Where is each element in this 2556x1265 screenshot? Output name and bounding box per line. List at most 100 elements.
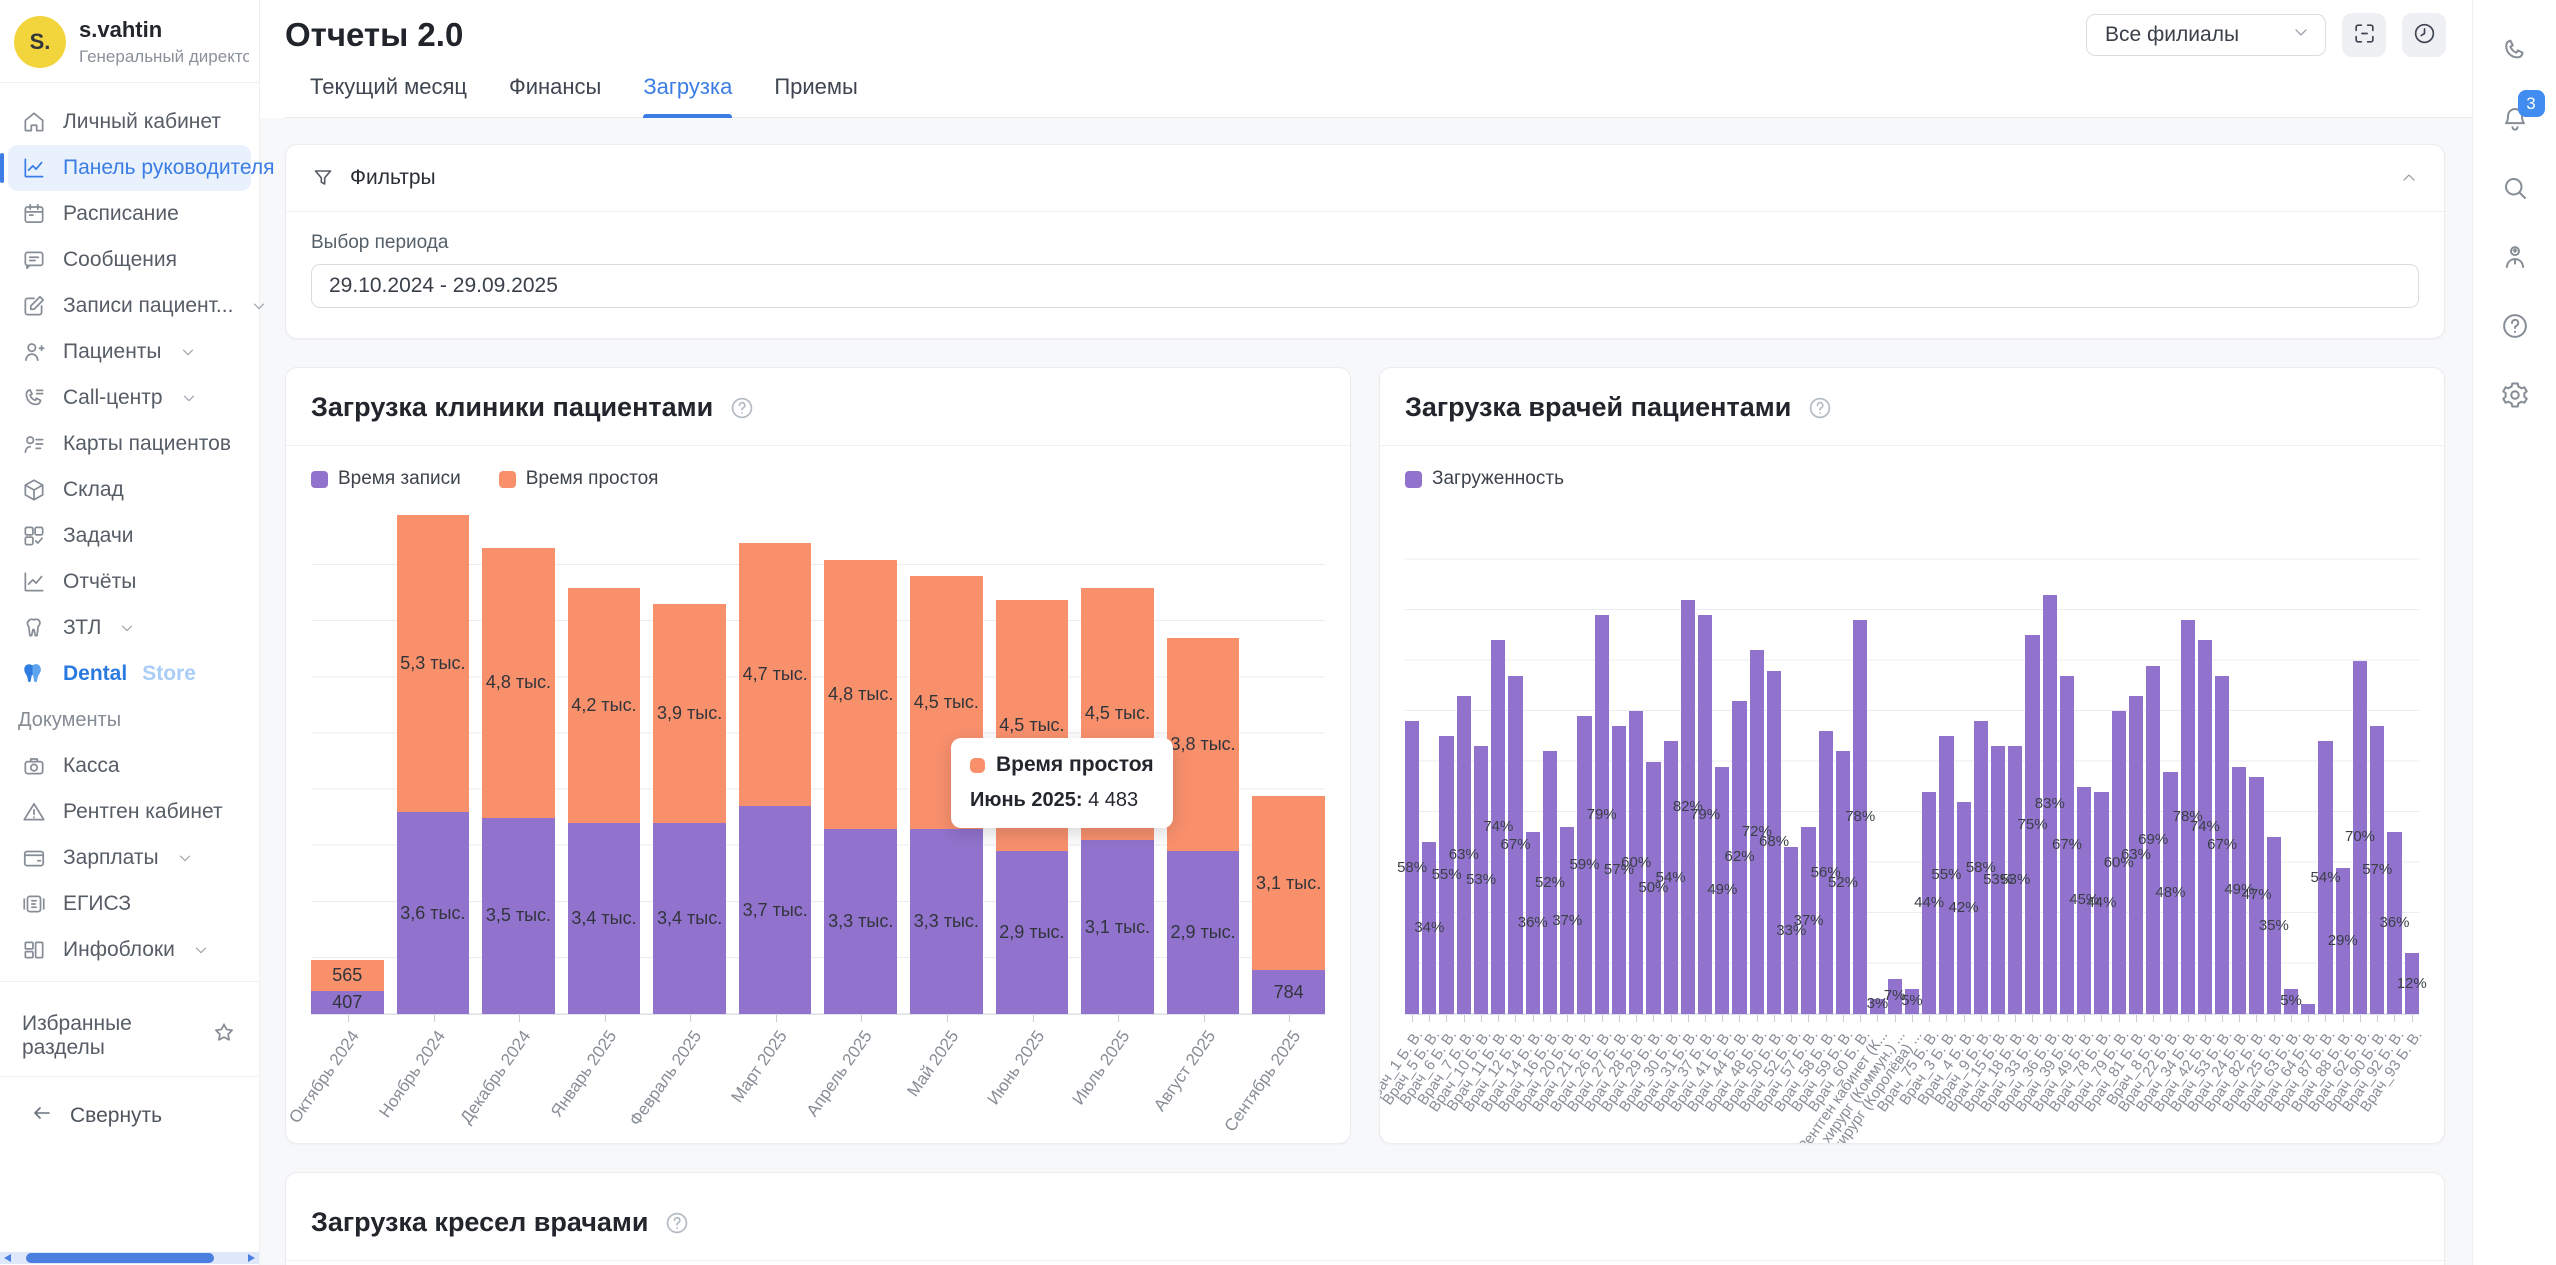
sidebar-item-manager-dashboard[interactable]: Панель руководителя [8, 145, 251, 191]
sidebar-item-dental-store[interactable]: DentalStore [8, 651, 251, 697]
doctor-bar-59[interactable]: 12% [2405, 510, 2419, 1014]
doctor-bar-8[interactable]: 36% [1526, 510, 1540, 1014]
doctor-bar-38[interactable]: 83% [2043, 510, 2057, 1014]
clinic-bar-3[interactable]: 4,8 тыс.3,5 тыс. [482, 548, 555, 1014]
sidebar-item-reports[interactable]: Отчёты [8, 559, 251, 605]
doctor-bar-26[interactable]: 52% [1836, 510, 1850, 1014]
user-profile[interactable]: S. s.vahtin Генеральный директор / Д... [0, 0, 259, 82]
clinic-bar-1[interactable]: 565407 [311, 960, 384, 1014]
doctor-bar-35[interactable]: 53% [1991, 510, 2005, 1014]
doctor-bar-43[interactable]: 63% [2129, 510, 2143, 1014]
help-icon[interactable] [664, 1210, 690, 1236]
booked-time-segment[interactable]: 3,4 тыс. [653, 823, 726, 1014]
sidebar-item-patient-records[interactable]: Записи пациент... [8, 283, 251, 329]
doctor-bar-4[interactable]: 63% [1457, 510, 1471, 1014]
doctor-bar-11[interactable]: 59% [1577, 510, 1591, 1014]
sidebar-item-cash-desk[interactable]: Касса [8, 743, 251, 789]
doctor-bar-48[interactable]: 67% [2215, 510, 2229, 1014]
doctor-bar-12[interactable]: 79% [1595, 510, 1609, 1014]
booked-time-segment[interactable]: 784 [1252, 970, 1325, 1014]
tab-текущий-месяц[interactable]: Текущий месяц [310, 74, 467, 117]
booked-time-segment[interactable]: 3,4 тыс. [568, 823, 641, 1014]
idle-time-segment[interactable]: 5,3 тыс. [397, 515, 470, 812]
doctor-bar-31[interactable]: 44% [1922, 510, 1936, 1014]
scrollbar-arrow-left[interactable] [4, 1254, 11, 1262]
doctor-bar-42[interactable]: 60% [2112, 510, 2126, 1014]
idle-time-segment[interactable]: 565 [311, 960, 384, 992]
idle-time-segment[interactable]: 3,8 тыс. [1167, 638, 1240, 851]
doctor-bar-2[interactable]: 34% [1422, 510, 1436, 1014]
doctor-bar-10[interactable]: 37% [1560, 510, 1574, 1014]
doctor-bar-18[interactable]: 79% [1698, 510, 1712, 1014]
doctor-bar-50[interactable]: 47% [2249, 510, 2263, 1014]
idle-time-segment[interactable]: 3,1 тыс. [1252, 796, 1325, 970]
doctor-bar-41[interactable]: 44% [2094, 510, 2108, 1014]
question-icon[interactable] [2499, 310, 2531, 342]
booked-time-segment[interactable]: 3,3 тыс. [824, 829, 897, 1014]
sidebar-item-xray-room[interactable]: Рентген кабинет [8, 789, 251, 835]
doctor-bar-16[interactable]: 54% [1664, 510, 1678, 1014]
tab-загрузка[interactable]: Загрузка [643, 74, 732, 117]
doctor-bar-21[interactable]: 72% [1750, 510, 1764, 1014]
doctor-icon[interactable] [2499, 241, 2531, 273]
sidebar-item-tasks[interactable]: Задачи [8, 513, 251, 559]
booked-time-segment[interactable]: 2,9 тыс. [996, 851, 1069, 1014]
clinic-bar-7[interactable]: 4,8 тыс.3,3 тыс. [824, 560, 897, 1014]
sidebar-item-schedule[interactable]: Расписание [8, 191, 251, 237]
idle-time-segment[interactable]: 4,8 тыс. [482, 548, 555, 817]
doctor-bar-30[interactable]: 5% [1905, 510, 1919, 1014]
booked-time-segment[interactable]: 2,9 тыс. [1167, 851, 1240, 1014]
help-icon[interactable] [1807, 395, 1833, 421]
doctor-bar-7[interactable]: 67% [1508, 510, 1522, 1014]
doctor-bar-47[interactable]: 74% [2198, 510, 2212, 1014]
doctor-bar-57[interactable]: 57% [2370, 510, 2384, 1014]
sidebar-item-ztl[interactable]: ЗТЛ [8, 605, 251, 651]
booked-time-segment[interactable]: 3,1 тыс. [1081, 840, 1154, 1014]
filters-header[interactable]: Фильтры [286, 145, 2444, 211]
doctor-bar-49[interactable]: 49% [2232, 510, 2246, 1014]
doctor-bar-14[interactable]: 60% [1629, 510, 1643, 1014]
sidebar-item-infoblocks[interactable]: Инфоблоки [8, 927, 251, 973]
period-input[interactable] [311, 264, 2419, 308]
doctor-bar-53[interactable] [2301, 510, 2315, 1014]
scrollbar-arrow-right[interactable] [248, 1254, 255, 1262]
clinic-bar-2[interactable]: 5,3 тыс.3,6 тыс. [397, 515, 470, 1014]
doctor-bar-15[interactable]: 50% [1646, 510, 1660, 1014]
tab-финансы[interactable]: Финансы [509, 74, 601, 117]
doctor-bar-44[interactable]: 69% [2146, 510, 2160, 1014]
doctor-bar-40[interactable]: 45% [2077, 510, 2091, 1014]
tab-приемы[interactable]: Приемы [774, 74, 858, 117]
doctor-bar-28[interactable]: 3% [1870, 510, 1884, 1014]
clinic-bar-6[interactable]: 4,7 тыс.3,7 тыс. [739, 543, 812, 1014]
doctor-bar-5[interactable]: 53% [1474, 510, 1488, 1014]
clinic-bar-12[interactable]: 3,1 тыс.784 [1252, 796, 1325, 1014]
idle-time-segment[interactable]: 4,2 тыс. [568, 588, 641, 824]
doctor-bar-52[interactable]: 5% [2284, 510, 2298, 1014]
help-icon[interactable] [729, 395, 755, 421]
doctor-bar-27[interactable]: 78% [1853, 510, 1867, 1014]
booked-time-segment[interactable]: 3,5 тыс. [482, 818, 555, 1014]
bell-icon[interactable]: 3 [2499, 103, 2531, 135]
doctor-bar-29[interactable]: 7% [1888, 510, 1902, 1014]
doctor-bar-46[interactable]: 78% [2181, 510, 2195, 1014]
branch-select[interactable]: Все филиалы [2086, 14, 2326, 56]
booked-time-segment[interactable]: 3,3 тыс. [910, 829, 983, 1014]
clinic-bar-5[interactable]: 3,9 тыс.3,4 тыс. [653, 604, 726, 1014]
doctor-bar-45[interactable]: 48% [2163, 510, 2177, 1014]
doctor-bar-19[interactable]: 49% [1715, 510, 1729, 1014]
doctor-bar-55[interactable]: 29% [2336, 510, 2350, 1014]
doctor-bar-33[interactable]: 42% [1957, 510, 1971, 1014]
doctor-bar-34[interactable]: 58% [1974, 510, 1988, 1014]
clinic-bar-11[interactable]: 3,8 тыс.2,9 тыс. [1167, 638, 1240, 1014]
history-clock-button[interactable] [2402, 13, 2446, 57]
doctor-bar-58[interactable]: 36% [2387, 510, 2401, 1014]
gear-icon[interactable] [2499, 379, 2531, 411]
sidebar-scrollbar[interactable] [0, 1252, 259, 1264]
doctor-bar-13[interactable]: 57% [1612, 510, 1626, 1014]
sidebar-item-patients[interactable]: Пациенты [8, 329, 251, 375]
doctor-bar-36[interactable]: 53% [2008, 510, 2022, 1014]
doctor-bar-39[interactable]: 67% [2060, 510, 2074, 1014]
doctor-bar-3[interactable]: 55% [1439, 510, 1453, 1014]
booked-time-segment[interactable]: 3,7 тыс. [739, 806, 812, 1014]
sidebar-item-warehouse[interactable]: Склад [8, 467, 251, 513]
